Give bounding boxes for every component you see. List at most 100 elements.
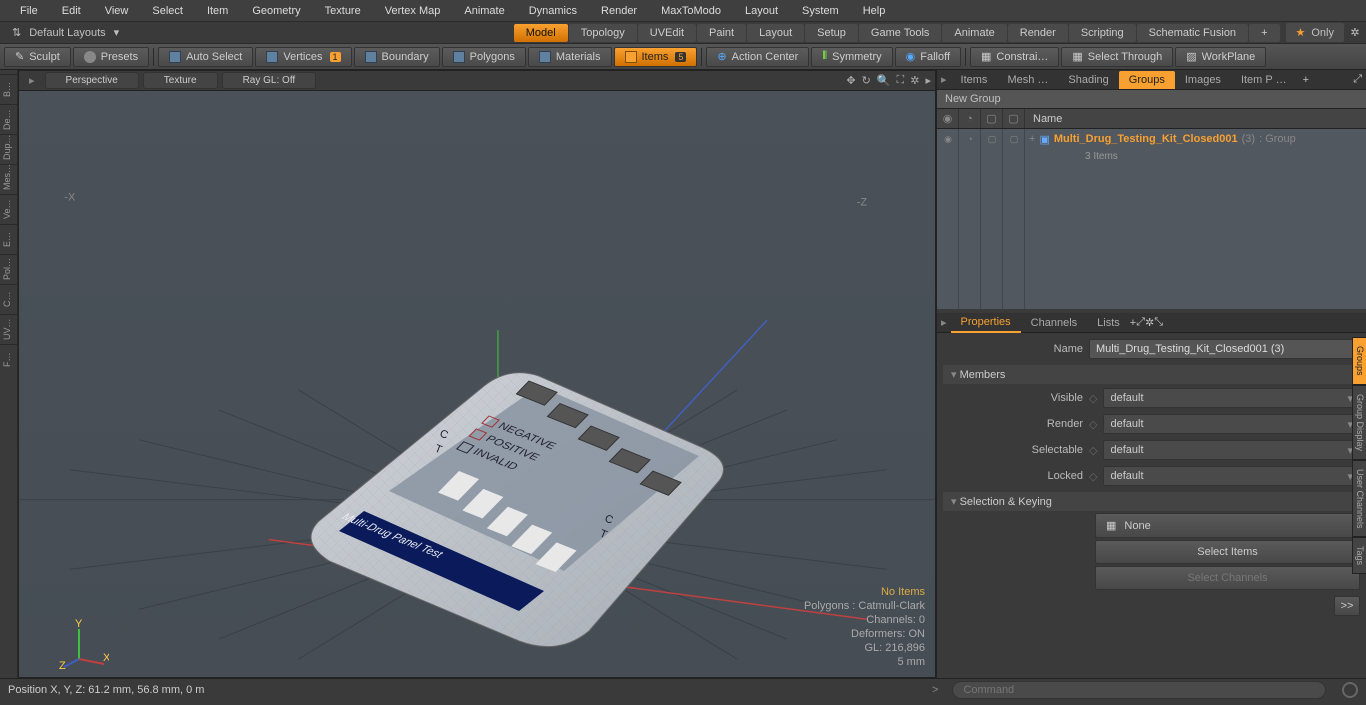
presets-button[interactable]: Presets	[73, 47, 149, 67]
items-button[interactable]: Items5	[614, 47, 698, 67]
tab-images[interactable]: Images	[1175, 71, 1231, 89]
left-tab-9[interactable]: F…	[0, 344, 17, 374]
members-section[interactable]: Members	[943, 365, 1360, 384]
group-tree[interactable]: ◉◔▢▢ + ▣ Multi_Drug_Testing_Kit_Closed00…	[937, 129, 1366, 309]
expand-icon[interactable]: ⛶	[897, 74, 905, 87]
maximize-icon[interactable]: ⤢	[1349, 73, 1366, 86]
left-tab-3[interactable]: Mes…	[0, 164, 17, 194]
constrain-button[interactable]: ▦Constrai…	[970, 47, 1059, 67]
prop-arrow-icon[interactable]: ▸	[937, 316, 951, 329]
layout-switcher[interactable]: ⇅ Default Layouts ▾	[4, 26, 127, 39]
tab-channels[interactable]: Channels	[1021, 314, 1087, 332]
menu-vertexmap[interactable]: Vertex Map	[373, 5, 453, 17]
left-tab-0[interactable]: B…	[0, 74, 17, 104]
polygons-button[interactable]: Polygons	[442, 47, 526, 67]
boundary-button[interactable]: Boundary	[354, 47, 440, 67]
materials-button[interactable]: Materials	[528, 47, 612, 67]
render-keyframe-icon[interactable]: ◇	[1089, 418, 1097, 431]
eye-column-icon[interactable]: ◉	[937, 109, 959, 128]
menu-dynamics[interactable]: Dynamics	[517, 5, 589, 17]
tab-shading[interactable]: Shading	[1058, 71, 1118, 89]
locked-keyframe-icon[interactable]: ◇	[1089, 470, 1097, 483]
left-tab-5[interactable]: E…	[0, 224, 17, 254]
gear-icon[interactable]: ✲	[910, 74, 919, 87]
sculpt-button[interactable]: ✎Sculpt	[4, 47, 71, 67]
expand-icon[interactable]: +	[1025, 133, 1039, 145]
view-mode-perspective[interactable]: Perspective	[45, 72, 139, 89]
zoom-icon[interactable]: 🔍	[877, 74, 891, 87]
lock-column-icon[interactable]: ▢	[981, 109, 1003, 128]
undock-icon[interactable]: ⤢	[1136, 316, 1145, 329]
tab-properties[interactable]: Properties	[951, 313, 1021, 333]
new-group-button[interactable]: New Group	[937, 90, 1366, 109]
tab-items[interactable]: Items	[951, 71, 998, 89]
name-input[interactable]	[1089, 339, 1360, 359]
selectable-dropdown[interactable]: default	[1103, 440, 1360, 460]
menu-render[interactable]: Render	[589, 5, 649, 17]
render-column-icon[interactable]: ◔	[959, 109, 981, 128]
add-tab-button[interactable]: +	[1249, 24, 1279, 42]
menu-help[interactable]: Help	[851, 5, 898, 17]
left-tab-8[interactable]: UV…	[0, 314, 17, 344]
tab-animate[interactable]: Animate	[942, 24, 1006, 42]
add-panel-tab[interactable]: +	[1297, 74, 1315, 86]
selection-keying-section[interactable]: Selection & Keying	[943, 492, 1360, 511]
tab-paint[interactable]: Paint	[697, 24, 746, 42]
side-tab-tags[interactable]: Tags	[1352, 537, 1366, 574]
name-column-header[interactable]: Name	[1025, 113, 1070, 125]
viewport[interactable]: ▸ Perspective Texture Ray GL: Off ✥ ↻ 🔍 …	[18, 70, 936, 678]
tab-layout[interactable]: Layout	[747, 24, 804, 42]
menu-maxtomodo[interactable]: MaxToModo	[649, 5, 733, 17]
tab-topology[interactable]: Topology	[569, 24, 637, 42]
selectable-keyframe-icon[interactable]: ◇	[1089, 444, 1097, 457]
visible-dropdown[interactable]: default	[1103, 388, 1360, 408]
tab-schematic[interactable]: Schematic Fusion	[1137, 24, 1248, 42]
rotate-icon[interactable]: ↻	[862, 74, 871, 87]
tab-scripting[interactable]: Scripting	[1069, 24, 1136, 42]
tab-groups[interactable]: Groups	[1119, 71, 1175, 89]
view-mode-texture[interactable]: Texture	[143, 72, 218, 89]
none-button[interactable]: ▦None	[1095, 513, 1360, 538]
side-tab-user-channels[interactable]: User Channels	[1352, 460, 1366, 538]
command-input[interactable]	[952, 681, 1326, 699]
tab-setup[interactable]: Setup	[805, 24, 858, 42]
tab-mesh[interactable]: Mesh …	[997, 71, 1058, 89]
tab-lists[interactable]: Lists	[1087, 314, 1130, 332]
left-tab-7[interactable]: C…	[0, 284, 17, 314]
symmetry-button[interactable]: ⦀Symmetry	[811, 47, 892, 67]
tab-uvedit[interactable]: UVEdit	[638, 24, 696, 42]
falloff-button[interactable]: ◉Falloff	[895, 47, 961, 67]
tab-model[interactable]: Model	[514, 24, 568, 42]
next-icon[interactable]: ▸	[925, 74, 931, 87]
panel-arrow-icon[interactable]: ▸	[937, 73, 951, 86]
view-mode-raygl[interactable]: Ray GL: Off	[222, 72, 317, 89]
select-column-icon[interactable]: ▢	[1003, 109, 1025, 128]
left-tab-6[interactable]: Pol…	[0, 254, 17, 284]
select-items-button[interactable]: Select Items	[1095, 540, 1360, 564]
tab-render[interactable]: Render	[1008, 24, 1068, 42]
more-button[interactable]: >>	[1334, 596, 1360, 616]
side-tab-groups[interactable]: Groups	[1352, 337, 1366, 385]
left-tab-2[interactable]: Dup…	[0, 134, 17, 164]
menu-layout[interactable]: Layout	[733, 5, 790, 17]
viewport-arrow-icon[interactable]: ▸	[23, 74, 41, 87]
side-tab-group-display[interactable]: Group Display	[1352, 385, 1366, 460]
move-icon[interactable]: ✥	[846, 74, 855, 87]
workplane-button[interactable]: ▨WorkPlane	[1175, 47, 1266, 67]
viewport-3d-canvas[interactable]: -X -Z	[19, 91, 935, 677]
menu-item[interactable]: Item	[195, 5, 240, 17]
menu-view[interactable]: View	[93, 5, 141, 17]
tab-itemp[interactable]: Item P …	[1231, 71, 1297, 89]
prop-max-icon[interactable]: ⤡	[1154, 316, 1163, 329]
visible-keyframe-icon[interactable]: ◇	[1089, 392, 1097, 405]
left-tab-1[interactable]: De…	[0, 104, 17, 134]
menu-animate[interactable]: Animate	[452, 5, 516, 17]
only-button[interactable]: ★ Only	[1286, 23, 1345, 42]
layout-settings-icon[interactable]: ✲	[1348, 26, 1362, 39]
tab-gametools[interactable]: Game Tools	[859, 24, 942, 42]
menu-texture[interactable]: Texture	[313, 5, 373, 17]
select-channels-button[interactable]: Select Channels	[1095, 566, 1360, 590]
render-dropdown[interactable]: default	[1103, 414, 1360, 434]
auto-select-button[interactable]: Auto Select	[158, 47, 253, 67]
vertices-button[interactable]: Vertices1	[255, 47, 351, 67]
